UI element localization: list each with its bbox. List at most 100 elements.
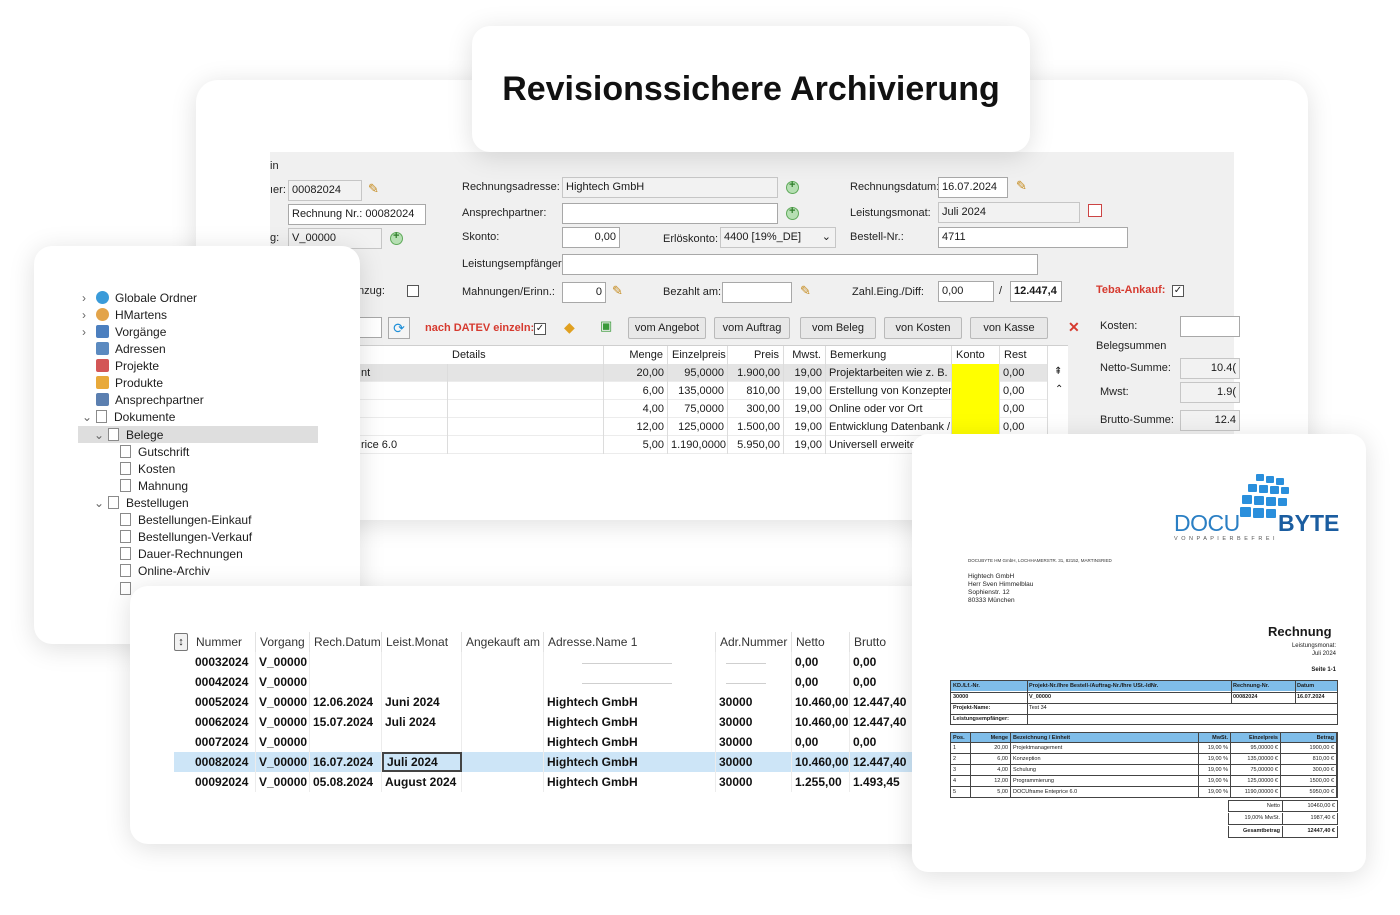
kosten-field[interactable] — [1180, 316, 1240, 337]
list-header-cell[interactable]: Nummer — [192, 632, 256, 652]
konto-cell[interactable] — [952, 382, 1000, 400]
list-header-cell[interactable]: Adr.Nummer — [716, 632, 792, 652]
teba-checkbox[interactable]: ✓ — [1172, 285, 1184, 297]
table-header-cell[interactable]: Mwst. — [784, 346, 826, 364]
chevron-down-icon[interactable]: ⌄ — [94, 427, 104, 444]
refresh-icon[interactable]: ⟳ — [388, 317, 410, 339]
calendar-icon[interactable] — [1088, 204, 1102, 217]
table-header-cell[interactable]: Menge — [604, 346, 668, 364]
list-cell[interactable]: 0,00 — [850, 732, 916, 752]
von-kasse-button[interactable]: von Kasse — [970, 317, 1048, 339]
edit-pencil-icon[interactable]: ✎ — [1016, 178, 1027, 194]
list-cell[interactable]: V_00000 — [256, 772, 310, 792]
add-address-icon[interactable] — [786, 179, 799, 194]
list-cell[interactable]: 10.460,00 — [792, 692, 850, 712]
list-cell[interactable]: Hightech GmbH — [544, 752, 716, 772]
vom-auftrag-button[interactable]: vom Auftrag — [714, 317, 790, 339]
list-cell[interactable]: V_00000 — [256, 712, 310, 732]
list-cell[interactable]: Juli 2024 — [382, 712, 462, 732]
delete-icon[interactable]: ✕ — [1068, 319, 1080, 336]
tree-item[interactable]: Online-Archiv — [120, 563, 210, 580]
list-cell[interactable] — [310, 672, 382, 692]
table-header-cell[interactable]: Konto — [952, 346, 1000, 364]
list-cell[interactable] — [462, 732, 544, 752]
list-cell[interactable]: Juli 2024 — [382, 752, 462, 772]
mahnungen-field[interactable]: 0 — [562, 282, 606, 303]
chevron-right-icon[interactable]: › — [82, 307, 86, 324]
list-cell[interactable] — [716, 672, 792, 692]
list-cell[interactable]: 12.447,40 — [850, 712, 916, 732]
tree-item[interactable]: Gutschrift — [120, 444, 189, 461]
edit-pencil-icon[interactable]: ✎ — [800, 283, 811, 299]
tree-item[interactable]: Bestellungen-Einkauf — [120, 512, 251, 529]
table-header-cell[interactable]: Rest — [1000, 346, 1048, 364]
list-cell[interactable]: Hightech GmbH — [544, 732, 716, 752]
nummer-field[interactable]: 00082024 — [288, 180, 362, 201]
edit-pencil-icon[interactable]: ✎ — [612, 283, 623, 299]
list-cell[interactable] — [382, 732, 462, 752]
chevron-right-icon[interactable]: › — [82, 324, 86, 341]
list-cell[interactable] — [310, 652, 382, 672]
list-cell[interactable]: 1.493,45 — [850, 772, 916, 792]
tree-item[interactable]: Produkte — [96, 375, 163, 392]
list-header-cell[interactable]: Angekauft am — [462, 632, 544, 652]
list-cell[interactable]: 00072024 — [192, 732, 256, 752]
list-cell[interactable]: 00062024 — [192, 712, 256, 732]
betreff-field[interactable]: Rechnung Nr.: 00082024 — [288, 204, 426, 225]
list-cell[interactable]: August 2024 — [382, 772, 462, 792]
list-cell[interactable] — [716, 652, 792, 672]
zugang-checkbox[interactable] — [407, 285, 419, 297]
list-cell[interactable]: 00082024 — [192, 752, 256, 772]
list-cell[interactable]: Hightech GmbH — [544, 692, 716, 712]
tree-item[interactable]: Projekte — [96, 358, 159, 375]
list-cell[interactable]: 00052024 — [192, 692, 256, 712]
list-cell[interactable]: V_00000 — [256, 732, 310, 752]
list-cell[interactable]: 12.447,40 — [850, 692, 916, 712]
erloeskonto-select[interactable]: 4400 [19%_DE] ⌄ — [720, 227, 836, 248]
list-cell[interactable]: 00032024 — [192, 652, 256, 672]
list-cell[interactable] — [462, 752, 544, 772]
list-cell[interactable]: 0,00 — [792, 732, 850, 752]
list-cell[interactable] — [462, 672, 544, 692]
tree-item[interactable]: HMartens — [96, 307, 167, 324]
list-header-cell[interactable]: Leist.Monat — [382, 632, 462, 652]
konto-cell[interactable] — [952, 364, 1000, 382]
list-cell[interactable]: V_00000 — [256, 692, 310, 712]
list-cell[interactable]: 30000 — [716, 752, 792, 772]
list-cell[interactable]: 12.06.2024 — [310, 692, 382, 712]
list-cell[interactable]: 0,00 — [792, 652, 850, 672]
vom-beleg-button[interactable]: vom Beleg — [800, 317, 876, 339]
list-cell[interactable]: 05.08.2024 — [310, 772, 382, 792]
tree-item[interactable]: Belege — [108, 427, 163, 444]
tree-item[interactable]: Globale Ordner — [96, 290, 197, 307]
zahl-field[interactable]: 0,00 — [938, 281, 994, 302]
list-cell[interactable]: V_00000 — [256, 652, 310, 672]
table-header-cell[interactable]: Bemerkung — [826, 346, 952, 364]
list-cell[interactable] — [544, 652, 716, 672]
scroll-top-icon[interactable]: ⇞ — [1054, 366, 1062, 377]
tree-item[interactable]: Bestellungen-Verkauf — [120, 529, 252, 546]
table-header-cell[interactable]: Einzelpreis — [668, 346, 728, 364]
list-cell[interactable]: V_00000 — [256, 672, 310, 692]
list-cell[interactable]: 10.460,00 — [792, 712, 850, 732]
chevron-right-icon[interactable]: › — [82, 290, 86, 307]
list-cell[interactable] — [462, 652, 544, 672]
tree-item[interactable]: Bestellugen — [108, 495, 189, 512]
tree-item[interactable]: Adressen — [96, 341, 166, 358]
tree-item[interactable]: Kosten — [120, 461, 175, 478]
leistungsmonat-field[interactable]: Juli 2024 — [938, 202, 1080, 223]
list-cell[interactable]: 15.07.2024 — [310, 712, 382, 732]
scroll-up-icon[interactable]: ⌃ — [1055, 384, 1063, 395]
list-cell[interactable]: 30000 — [716, 712, 792, 732]
list-cell[interactable] — [462, 772, 544, 792]
list-cell[interactable] — [310, 732, 382, 752]
list-header-cell[interactable]: Rech.Datum — [310, 632, 382, 652]
list-header-cell[interactable]: Vorgang — [256, 632, 310, 652]
chevron-down-icon[interactable]: ⌄ — [82, 409, 92, 426]
chevron-down-icon[interactable]: ⌄ — [94, 495, 104, 512]
list-header-cell[interactable]: Brutto — [850, 632, 916, 652]
vom-angebot-button[interactable]: vom Angebot — [628, 317, 706, 339]
list-cell[interactable] — [462, 692, 544, 712]
list-cell[interactable]: 1.255,00 — [792, 772, 850, 792]
bezahlt-field[interactable] — [722, 282, 792, 303]
